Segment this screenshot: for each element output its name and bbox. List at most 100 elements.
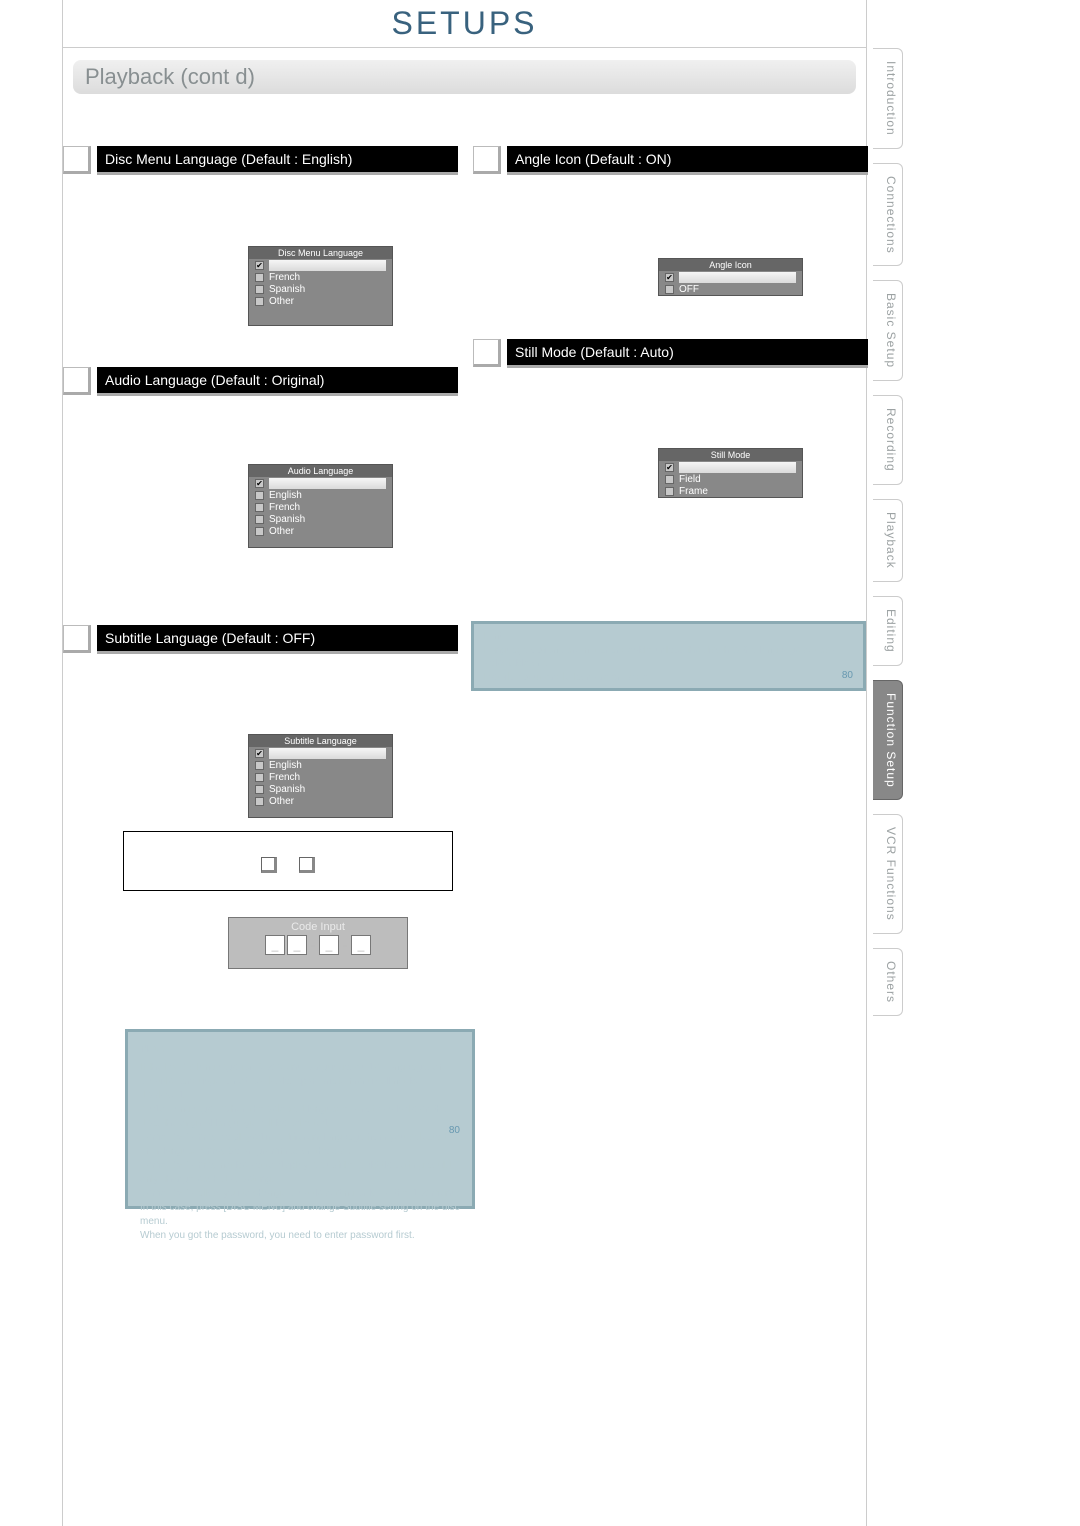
option-label: Other xyxy=(269,296,386,307)
menu-option[interactable]: ON xyxy=(659,271,802,283)
menu-option[interactable]: Spanish xyxy=(249,783,392,795)
step-number: 5 xyxy=(63,367,91,395)
checkbox-icon xyxy=(255,527,264,536)
block-title: Angle Icon (Default : ON) xyxy=(507,146,868,175)
tab-basic-setup[interactable]: Basic Setup xyxy=(873,280,903,381)
menu-option[interactable]: Other xyxy=(249,795,392,807)
code-digit[interactable]: _ xyxy=(287,935,307,955)
menu-audio-language: Audio Language Original English French S… xyxy=(248,464,393,548)
option-label: Spanish xyxy=(269,284,386,295)
menu-subtitle-language: Subtitle Language OFF English French Spa… xyxy=(248,734,393,818)
checkbox-icon xyxy=(255,297,264,306)
hint-link[interactable]: 80 xyxy=(842,669,853,683)
menu-angle-icon: Angle Icon ON OFF xyxy=(658,258,803,296)
tab-introduction[interactable]: Introduction xyxy=(873,48,903,149)
menu-option[interactable]: Other xyxy=(249,295,392,307)
tab-connections[interactable]: Connections xyxy=(873,163,903,267)
menu-disc-menu-language: Disc Menu Language English French Spanis… xyxy=(248,246,393,326)
checkbox-icon xyxy=(255,515,264,524)
menu-option[interactable]: Original xyxy=(249,477,392,489)
option-label: English xyxy=(269,490,386,501)
hint-bullet: Language options are not changeable unle… xyxy=(484,644,853,671)
menu-title: Audio Language xyxy=(249,465,392,477)
option-label: Other xyxy=(269,526,386,537)
menu-option[interactable]: French xyxy=(249,501,392,513)
option-label: French xyxy=(269,772,386,783)
tab-vcr-functions[interactable]: VCR Functions xyxy=(873,814,903,934)
block-title: Disc Menu Language (Default : English) xyxy=(97,146,458,175)
menu-option[interactable]: OFF xyxy=(249,747,392,759)
block-title: Still Mode (Default : Auto) xyxy=(507,339,868,368)
checkbox-icon xyxy=(255,773,264,782)
menu-option[interactable]: Field xyxy=(659,473,802,485)
section-header: Playback (cont d) xyxy=(73,60,856,94)
menu-option[interactable]: French xyxy=(249,771,392,783)
tab-others[interactable]: Others xyxy=(873,948,903,1016)
block-desc: Select the still mode. xyxy=(473,368,868,395)
block-still-mode: 8 Still Mode (Default : Auto) Select the… xyxy=(473,339,868,395)
block-angle-icon: 7 Angle Icon (Default : ON) Set the Angl… xyxy=(473,146,868,202)
block-desc: Set the Audio Language. xyxy=(63,396,458,423)
menu-option[interactable]: Other xyxy=(249,525,392,537)
menu-title: Subtitle Language xyxy=(249,735,392,747)
code-digit[interactable]: _ xyxy=(351,935,371,955)
option-label: French xyxy=(269,272,386,283)
step-number: 8 xyxy=(473,339,501,367)
checkbox-icon xyxy=(255,261,264,270)
tab-editing[interactable]: Editing xyxy=(873,596,903,666)
note-box: Note If the DVD s language for Disc Menu… xyxy=(125,1029,475,1209)
checkbox-icon xyxy=(255,749,264,758)
tab-function-setup[interactable]: Function Setup xyxy=(873,680,903,801)
content-area: 4 Disc Menu Language (Default : English)… xyxy=(63,94,866,1526)
page-title: SETUPS xyxy=(63,0,866,48)
key-icon xyxy=(299,857,315,873)
other-instruction-box: If Other is selected, press 4-digit code… xyxy=(123,831,453,891)
menu-option[interactable]: Frame xyxy=(659,485,802,497)
checkbox-icon xyxy=(255,503,264,512)
key-icon xyxy=(261,857,277,873)
note-bullet: If the DVD s language for Disc Menu Lang… xyxy=(140,1061,460,1103)
tab-playback[interactable]: Playback xyxy=(873,499,903,582)
menu-option[interactable]: Spanish xyxy=(249,283,392,295)
block-title: Subtitle Language (Default : OFF) xyxy=(97,625,458,654)
hint-box: Hint Language options are not changeable… xyxy=(471,621,866,691)
other-instruction-text: If Other is selected, press 4-digit code… xyxy=(134,839,427,850)
code-input-box: Code Input _ _ - _ - _ xyxy=(228,917,408,969)
option-label: English xyxy=(269,760,386,771)
menu-title: Still Mode xyxy=(659,449,802,461)
menu-option[interactable]: OFF xyxy=(659,283,802,295)
checkbox-icon xyxy=(665,463,674,472)
block-desc: Set the Disc Menu Language. xyxy=(63,175,458,202)
checkbox-icon xyxy=(255,491,264,500)
option-label: Frame xyxy=(679,486,796,497)
note-bullet: Some DVDs may not be set to display a Su… xyxy=(140,1159,460,1187)
page-number: 101 xyxy=(826,1501,848,1516)
checkbox-icon xyxy=(255,479,264,488)
block-audio-language: 5 Audio Language (Default : Original) Se… xyxy=(63,367,458,423)
menu-option[interactable]: English xyxy=(249,259,392,271)
code-sep: - xyxy=(309,935,317,955)
checkbox-icon xyxy=(255,761,264,770)
code-digit[interactable]: _ xyxy=(319,935,339,955)
option-label: Other xyxy=(269,796,386,807)
code-digit[interactable]: _ xyxy=(265,935,285,955)
note-bullet: When you got the password, you need to e… xyxy=(140,1229,460,1243)
note-bullet: Some DVDs allow you to change Subtitle s… xyxy=(140,1187,460,1229)
menu-option[interactable]: Auto xyxy=(659,461,802,473)
note-link[interactable]: 80 xyxy=(449,1124,460,1138)
menu-option[interactable]: French xyxy=(249,271,392,283)
side-tabs: Introduction Connections Basic Setup Rec… xyxy=(873,48,907,1030)
hint-title: Hint xyxy=(484,630,853,644)
tab-recording[interactable]: Recording xyxy=(873,395,903,485)
step-number: 7 xyxy=(473,146,501,174)
menu-option[interactable]: English xyxy=(249,759,392,771)
checkbox-icon xyxy=(255,273,264,282)
menu-title: Disc Menu Language xyxy=(249,247,392,259)
checkbox-icon xyxy=(665,285,674,294)
menu-option[interactable]: English xyxy=(249,489,392,501)
menu-still-mode: Still Mode Auto Field Frame xyxy=(658,448,803,498)
hint-bullet: Details about Angle Icon are on page xyxy=(484,671,853,685)
menu-option[interactable]: Spanish xyxy=(249,513,392,525)
option-label: OFF xyxy=(679,284,796,295)
menu-title: Angle Icon xyxy=(659,259,802,271)
